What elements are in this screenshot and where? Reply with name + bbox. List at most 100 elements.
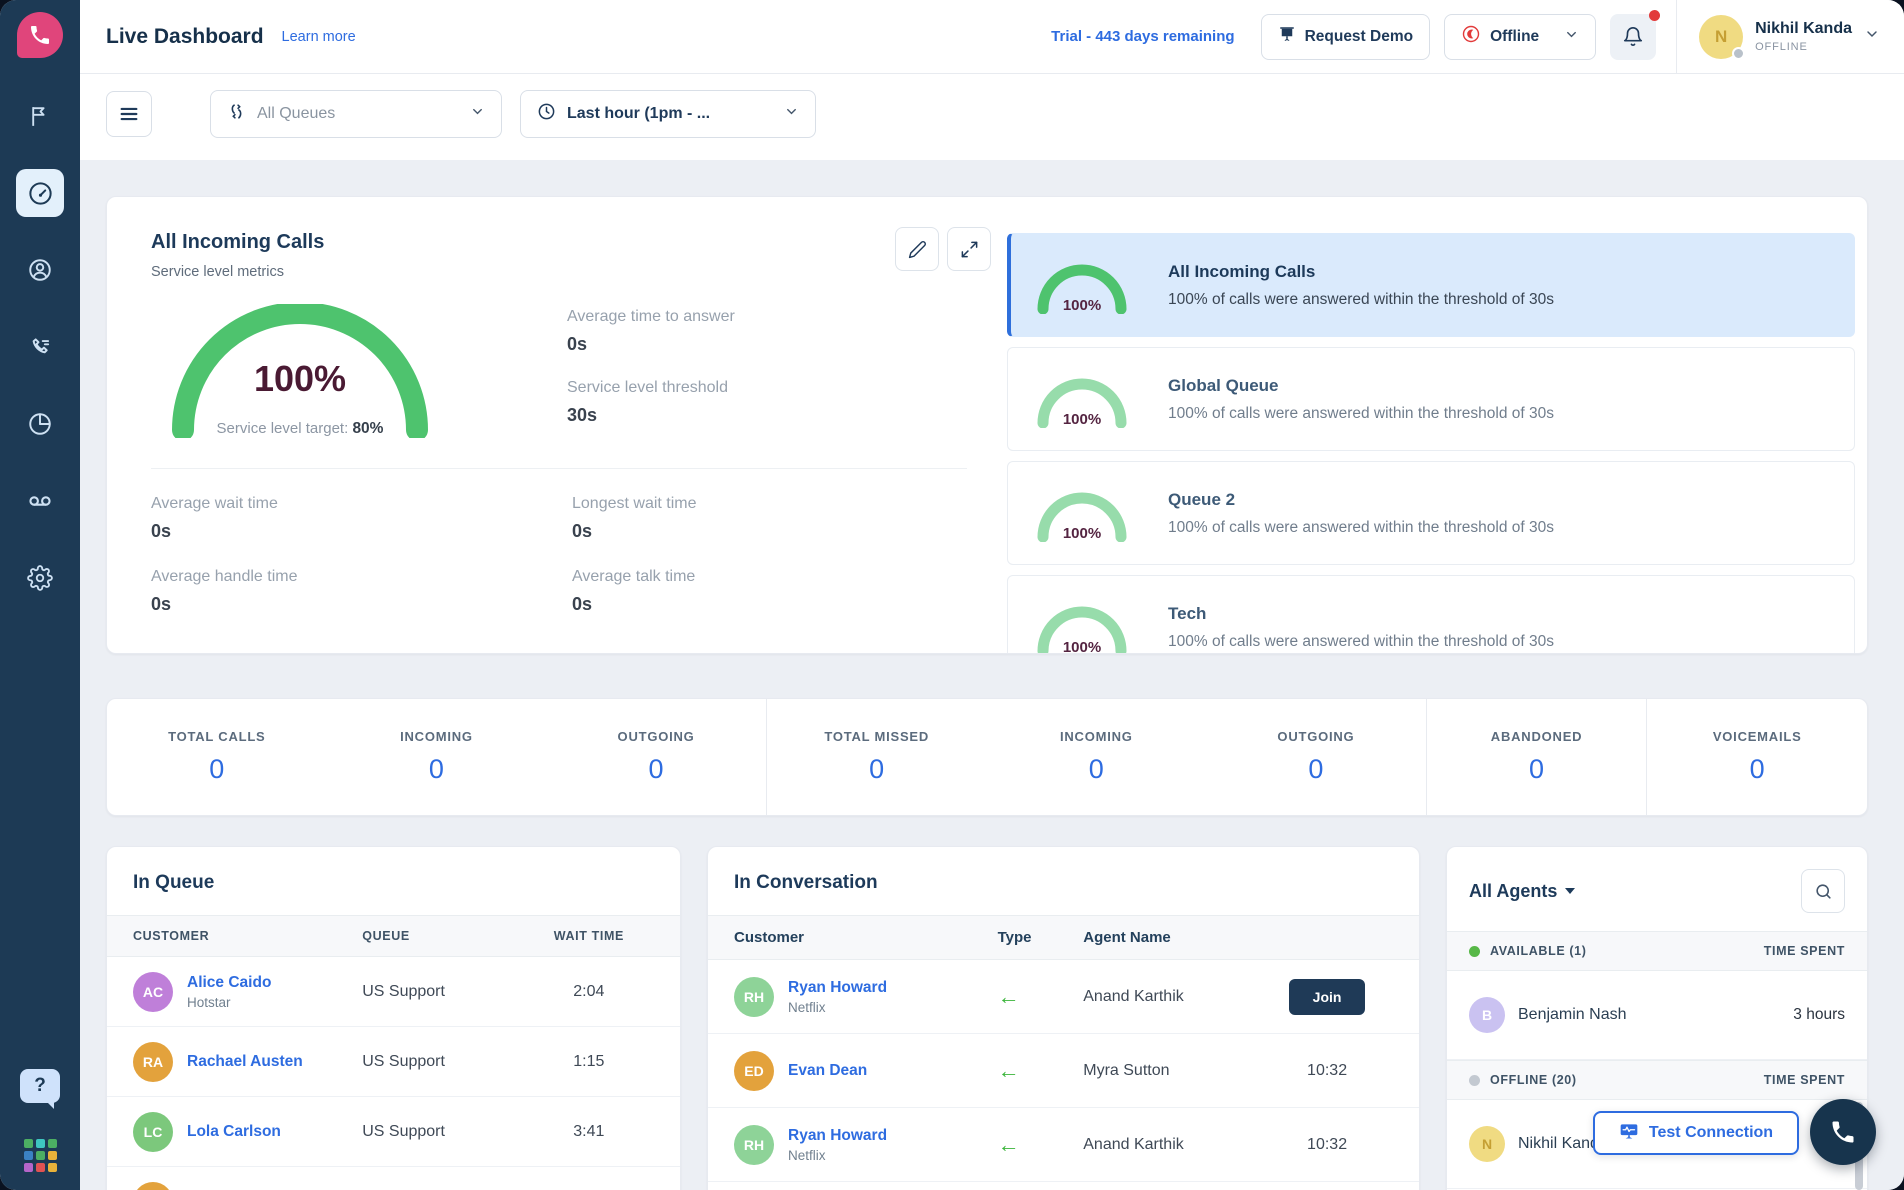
time-range-select[interactable]: Last hour (1pm - ... [520, 90, 816, 138]
customer-name-link[interactable]: Rachael Austen [187, 1053, 303, 1071]
in-conversation-panel: In Conversation Customer Type Agent Name… [707, 846, 1420, 1190]
mini-gauge: 100% [1034, 484, 1130, 542]
notification-badge [1649, 10, 1660, 21]
expand-fullscreen-icon[interactable] [947, 227, 991, 271]
help-icon[interactable]: ? [20, 1069, 60, 1103]
app-grid-dot [48, 1163, 57, 1172]
user-menu[interactable]: N Nikhil Kanda OFFLINE [1676, 0, 1904, 73]
table-row[interactable]: LC Lola Carlson US Support 3:41 [107, 1097, 680, 1167]
queue-list-item[interactable]: 100% All Incoming Calls 100% of calls we… [1007, 233, 1855, 337]
in-queue-table-header: CUSTOMER QUEUE WAIT TIME [107, 915, 680, 957]
learn-more-link[interactable]: Learn more [282, 29, 356, 45]
user-status-label: OFFLINE [1755, 41, 1852, 53]
agent-row[interactable]: B Benjamin Nash 3 hours [1447, 971, 1867, 1060]
queue-list-item[interactable]: 100% Tech 100% of calls were answered wi… [1007, 575, 1855, 653]
sidebar-item-call-history-icon[interactable] [16, 323, 64, 371]
status-value: Offline [1490, 28, 1539, 46]
queue-name: All Incoming Calls [1168, 262, 1554, 282]
sidebar-item-live-dashboard-speedometer-icon[interactable] [16, 169, 64, 217]
stat-voicemails: VOICEMAILS0 [1646, 699, 1867, 815]
trial-countdown: Trial - 443 days remaining [1051, 28, 1234, 45]
agents-filter-dropdown[interactable]: All Agents [1469, 881, 1575, 902]
sidebar-item-settings-gear-icon[interactable] [16, 554, 64, 602]
table-row[interactable]: AC Alice Caido Hotstar US Support 2:04 [107, 957, 680, 1027]
gauge-value: 100% [155, 358, 445, 400]
metric-average-time-to-answer: Average time to answer 0s [567, 308, 735, 355]
sidebar-item-contacts-icon[interactable] [16, 246, 64, 294]
service-level-detail: All Incoming Calls Service level metrics [107, 197, 1007, 653]
table-row[interactable]: RA Rachael Austen US Support 1:15 [107, 1027, 680, 1097]
presentation-icon [1278, 25, 1296, 48]
search-icon[interactable] [1801, 869, 1845, 913]
avatar: RH [734, 1125, 774, 1165]
stat-incoming: INCOMING0 [327, 699, 547, 815]
dialer-phone-fab[interactable] [1810, 1099, 1876, 1165]
wait-time-cell: 2:04 [524, 983, 654, 1001]
clock-icon [537, 102, 556, 126]
sidebar-item-voicemail-icon[interactable] [16, 477, 64, 525]
customer-name-link[interactable]: Ryan Howard [788, 1127, 887, 1145]
divider [151, 468, 967, 469]
customer-name-link[interactable]: Ryan Howard [788, 979, 887, 997]
table-row[interactable]: NN Nellie Norris US Support 1:43 [107, 1167, 680, 1190]
queue-cell: US Support [362, 1123, 524, 1141]
chevron-down-icon [784, 104, 799, 124]
mini-gauge: 100% [1034, 256, 1130, 314]
dnd-moon-icon [1461, 24, 1481, 49]
in-conversation-table-header: Customer Type Agent Name [708, 915, 1419, 960]
test-connection-button[interactable]: Test Connection [1593, 1111, 1799, 1155]
avatar: N [1469, 1126, 1505, 1162]
queue-name: Global Queue [1168, 376, 1554, 396]
customer-name-link[interactable]: Lola Carlson [187, 1123, 281, 1141]
brand-logo-phone-icon[interactable] [17, 12, 63, 58]
customer-name-link[interactable]: Alice Caido [187, 974, 271, 992]
stat-abandoned: ABANDONED0 [1426, 699, 1647, 815]
stat-total-calls: TOTAL CALLS0 [107, 699, 327, 815]
queue-description: 100% of calls were answered within the t… [1168, 405, 1554, 423]
join-call-button[interactable]: Join [1289, 979, 1366, 1015]
metric-average-handle-time: Average handle time 0s [151, 568, 572, 615]
queue-list-item[interactable]: 100% Queue 2 100% of calls were answered… [1007, 461, 1855, 565]
sidebar-item-analytics-pie-icon[interactable] [16, 400, 64, 448]
metric-service-level-threshold: Service level threshold 30s [567, 379, 735, 426]
chevron-down-icon [1564, 27, 1579, 47]
table-row[interactable]: RH Ryan Howard Netflix ← Anand Karthik J… [708, 960, 1419, 1034]
avatar: RH [734, 977, 774, 1017]
customer-name-link[interactable]: Evan Dean [788, 1062, 867, 1080]
agent-status-select[interactable]: Offline [1444, 14, 1596, 60]
request-demo-button[interactable]: Request Demo [1261, 14, 1431, 60]
call-duration-cell: 10:32 [1261, 1062, 1393, 1080]
app-launcher-grid-icon[interactable] [24, 1139, 57, 1172]
queues-filter-select[interactable]: All Queues [210, 90, 502, 138]
stat-outgoing: OUTGOING0 [546, 699, 766, 815]
table-row[interactable] [708, 1182, 1419, 1190]
caret-down-icon [1565, 888, 1575, 899]
app-window: ? Live Dashboard Learn more Trial - 443 … [0, 0, 1904, 1190]
agent-name: Benjamin Nash [1518, 1006, 1627, 1024]
user-avatar: N [1699, 15, 1743, 59]
table-row[interactable]: ED Evan Dean ← Myra Sutton 10:32 [708, 1034, 1419, 1108]
chevron-down-icon [470, 104, 485, 124]
queue-list-item[interactable]: 100% Global Queue 100% of calls were ans… [1007, 347, 1855, 451]
avatar: NN [133, 1182, 173, 1190]
stat-total-missed: TOTAL MISSED0 [766, 699, 987, 815]
wait-time-cell: 1:15 [524, 1053, 654, 1071]
dashboard-canvas: All Incoming Calls Service level metrics [80, 160, 1904, 1190]
queue-cell: US Support [362, 1053, 524, 1071]
service-level-gauge: 100% Service level target: 80% [155, 304, 445, 438]
queue-description: 100% of calls were answered within the t… [1168, 291, 1554, 309]
notifications-bell-icon[interactable] [1610, 14, 1656, 60]
edit-pencil-icon[interactable] [895, 227, 939, 271]
queue-description: 100% of calls were answered within the t… [1168, 633, 1554, 651]
queues-filter-value: All Queues [257, 105, 335, 123]
available-status-dot [1469, 946, 1480, 957]
app-grid-dot [48, 1151, 57, 1160]
call-stats-summary: TOTAL CALLS0 INCOMING0 OUTGOING0 TOTAL M… [106, 698, 1868, 816]
sidebar-item-onboarding-flag-icon[interactable] [16, 92, 64, 140]
customer-company: Netflix [788, 1148, 887, 1163]
table-row[interactable]: RH Ryan Howard Netflix ← Anand Karthik 1… [708, 1108, 1419, 1182]
metric-longest-wait-time: Longest wait time 0s [572, 495, 967, 542]
dashboard-menu-hamburger-icon[interactable] [106, 91, 152, 137]
call-duration-cell: 10:32 [1261, 1136, 1393, 1154]
queue-service-level-list: 100% All Incoming Calls 100% of calls we… [1007, 197, 1867, 653]
